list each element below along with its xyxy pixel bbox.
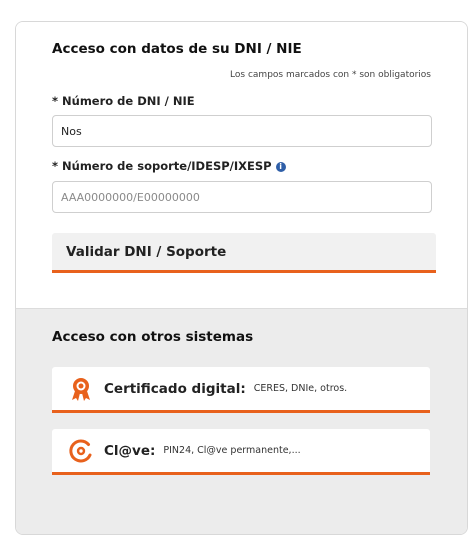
certificate-badge-icon bbox=[68, 376, 94, 402]
clave-button[interactable]: Cl@ve: PIN24, Cl@ve permanente,... bbox=[52, 429, 430, 475]
support-field-label-text: * Número de soporte/IDESP/IXESP bbox=[52, 159, 272, 173]
validate-dni-button[interactable]: Validar DNI / Soporte bbox=[52, 233, 436, 273]
dni-section-title: Acceso con datos de su DNI / NIE bbox=[52, 41, 302, 57]
required-fields-note: Los campos marcados con * son obligatori… bbox=[230, 70, 431, 80]
clave-icon bbox=[68, 438, 94, 464]
clave-label: Cl@ve: bbox=[104, 442, 156, 459]
other-systems-section: Acceso con otros sistemas Certificado di… bbox=[16, 308, 467, 534]
support-number-input[interactable] bbox=[52, 181, 432, 213]
login-panel: Acceso con datos de su DNI / NIE Los cam… bbox=[15, 21, 468, 535]
digital-certificate-label: Certificado digital: bbox=[104, 380, 246, 397]
support-field-label: * Número de soporte/IDESP/IXESP i bbox=[52, 159, 286, 173]
other-section-title: Acceso con otros sistemas bbox=[52, 329, 254, 345]
dni-input[interactable] bbox=[52, 115, 432, 147]
digital-certificate-detail: CERES, DNIe, otros. bbox=[253, 383, 348, 394]
dni-access-section: Acceso con datos de su DNI / NIE Los cam… bbox=[16, 22, 467, 308]
dni-field-label: * Número de DNI / NIE bbox=[52, 94, 195, 108]
clave-detail: PIN24, Cl@ve permanente,... bbox=[163, 445, 301, 456]
info-icon[interactable]: i bbox=[275, 162, 286, 172]
digital-certificate-button[interactable]: Certificado digital: CERES, DNIe, otros. bbox=[52, 367, 430, 413]
